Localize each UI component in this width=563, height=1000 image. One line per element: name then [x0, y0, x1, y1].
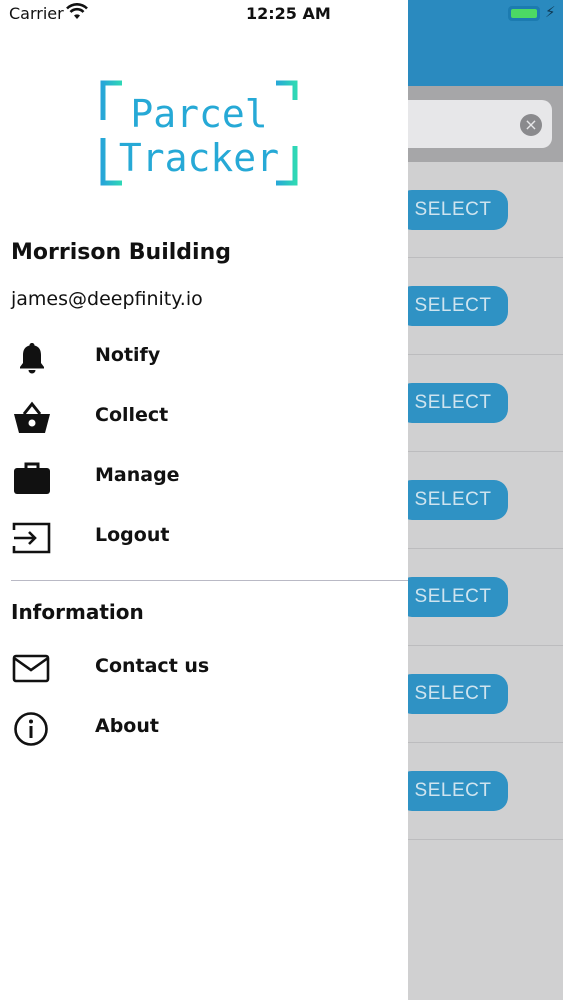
menu-item-logout[interactable]: Logout: [0, 512, 408, 562]
menu-item-manage[interactable]: Manage: [0, 452, 408, 502]
select-button[interactable]: SELECT: [398, 674, 508, 714]
menu-label-contact-us: Contact us: [95, 655, 210, 677]
user-email: james@deepfinity.io: [11, 288, 203, 310]
select-button[interactable]: SELECT: [398, 383, 508, 423]
select-button[interactable]: SELECT: [398, 577, 508, 617]
carrier-label: Carrier: [9, 4, 64, 23]
select-button[interactable]: SELECT: [398, 480, 508, 520]
menu-label-notify: Notify: [95, 344, 161, 366]
clock: 12:25 AM: [246, 4, 331, 23]
logout-icon: [12, 522, 51, 554]
menu-item-about[interactable]: About: [0, 703, 408, 753]
menu-item-collect[interactable]: Collect: [0, 392, 408, 442]
clear-search-icon[interactable]: ×: [520, 114, 542, 136]
menu-divider: [11, 580, 408, 581]
menu-item-contact-us[interactable]: Contact us: [0, 643, 408, 693]
bell-icon: [20, 343, 44, 374]
building-name: Morrison Building: [11, 240, 231, 265]
menu-label-manage: Manage: [95, 464, 180, 486]
info-icon: [14, 712, 48, 746]
menu-label-about: About: [95, 715, 159, 737]
basket-icon: [14, 401, 50, 433]
menu-item-notify[interactable]: Notify: [0, 332, 408, 382]
status-bar: Carrier 12:25 AM: [0, 0, 408, 28]
logo-text-tracker: Tracker: [118, 136, 280, 180]
battery-icon: [508, 6, 540, 21]
select-button[interactable]: SELECT: [398, 771, 508, 811]
wifi-icon: [66, 3, 88, 19]
side-drawer: Carrier 12:25 AM Parcel Tracker Morrison…: [0, 0, 408, 1000]
section-title-information: Information: [11, 600, 144, 624]
menu-label-logout: Logout: [95, 524, 170, 546]
mail-icon: [12, 654, 50, 683]
logo-text-parcel: Parcel: [130, 92, 268, 136]
briefcase-icon: [14, 462, 50, 494]
parcel-tracker-logo: Parcel Tracker: [100, 80, 298, 186]
select-button[interactable]: SELECT: [398, 190, 508, 230]
menu-label-collect: Collect: [95, 404, 169, 426]
select-button[interactable]: SELECT: [398, 286, 508, 326]
charging-icon: ⚡: [545, 3, 556, 21]
